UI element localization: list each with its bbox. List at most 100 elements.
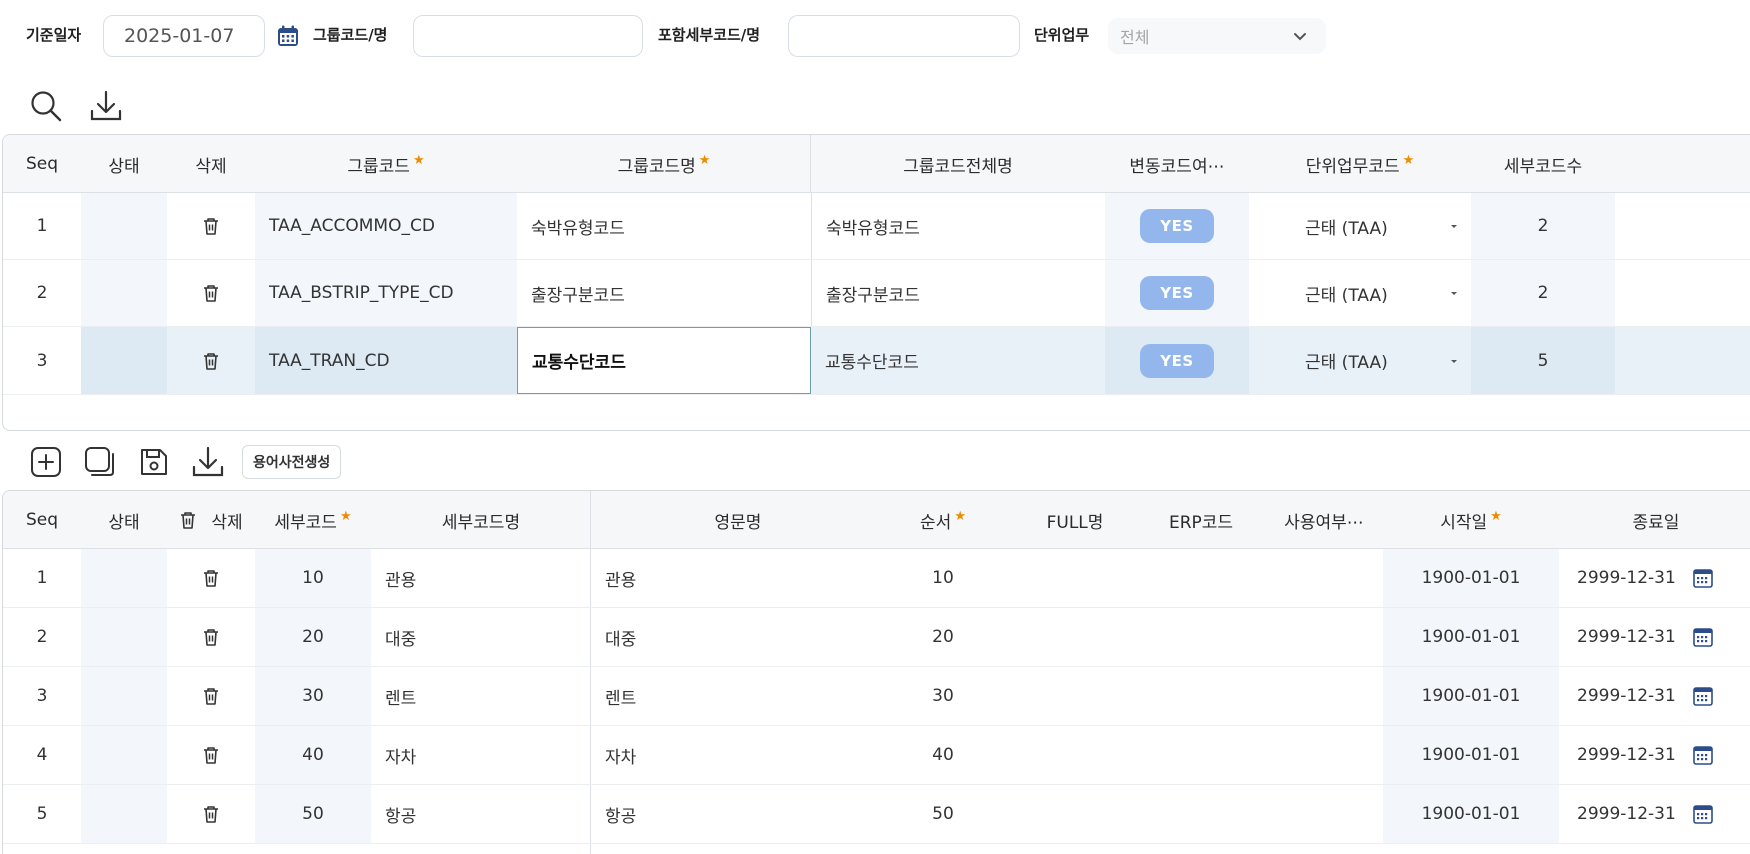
row-erp-code[interactable] — [1141, 549, 1261, 607]
delete-button[interactable] — [167, 785, 255, 843]
row-detail-name[interactable]: 항공 — [371, 785, 591, 843]
add-row-button[interactable] — [26, 442, 66, 482]
row-detail-name[interactable]: 대중 — [371, 608, 591, 666]
calendar-icon[interactable] — [1692, 803, 1714, 825]
col-erp-code[interactable]: ERP코드 — [1141, 491, 1261, 549]
row-full-name[interactable]: 교통수단코드 — [811, 327, 1105, 394]
row-eng-name[interactable]: 관용 — [591, 549, 885, 607]
yes-badge[interactable]: YES — [1140, 209, 1214, 243]
row-unit-task[interactable]: 근태 (TAA) — [1249, 327, 1471, 394]
row-erp-code[interactable] — [1141, 667, 1261, 725]
row-group-code[interactable]: TAA_BSTRIP_TYPE_CD — [255, 260, 517, 326]
row-unit-task[interactable]: 근태 (TAA) — [1249, 193, 1471, 259]
row-variable[interactable]: YES — [1105, 260, 1249, 326]
row-eng-name[interactable]: 렌트 — [591, 667, 885, 725]
row-full-name[interactable] — [1015, 549, 1135, 607]
row-group-name-editing[interactable]: 교통수단코드 — [517, 327, 811, 394]
col-group-code[interactable]: 그룹코드 ★ — [255, 135, 517, 193]
row-detail-code[interactable]: 20 — [255, 608, 371, 666]
row-use-yn[interactable] — [1265, 726, 1383, 784]
row-end-date[interactable]: 2999-12-31 — [1559, 785, 1750, 843]
dropdown-caret-icon[interactable] — [1447, 286, 1461, 300]
row-end-date[interactable]: 2999-12-31 — [1559, 726, 1750, 784]
col-full-name[interactable]: FULL명 — [1015, 491, 1135, 549]
col-full-name[interactable]: 그룹코드전체명 — [811, 135, 1105, 193]
calendar-icon[interactable] — [1692, 744, 1714, 766]
row-detail-code[interactable]: 10 — [255, 549, 371, 607]
table-row-selected[interactable]: 3 TAA_TRAN_CD 교통수단코드 교통수단코드 YES 근태 (TAA)… — [3, 327, 1750, 395]
row-group-code[interactable]: TAA_ACCOMMO_CD — [255, 193, 517, 259]
col-detail-count[interactable]: 세부코드수 — [1471, 135, 1615, 193]
row-order[interactable]: 30 — [885, 667, 1001, 725]
calendar-icon[interactable] — [1692, 685, 1714, 707]
row-full-name[interactable] — [1015, 608, 1135, 666]
row-start-date[interactable]: 1900-01-01 — [1383, 667, 1559, 725]
dropdown-caret-icon[interactable] — [1447, 219, 1461, 233]
base-date-input[interactable]: 2025-01-07 — [103, 15, 265, 57]
row-order[interactable]: 40 — [885, 726, 1001, 784]
col-end-date[interactable]: 종료일 — [1559, 491, 1750, 549]
delete-button[interactable] — [167, 608, 255, 666]
row-detail-code[interactable]: 40 — [255, 726, 371, 784]
row-eng-name[interactable]: 항공 — [591, 785, 885, 843]
trash-icon[interactable] — [179, 510, 197, 530]
row-erp-code[interactable] — [1141, 726, 1261, 784]
dropdown-caret-icon[interactable] — [1447, 354, 1461, 368]
col-detail-name[interactable]: 세부코드명 — [371, 491, 591, 549]
row-order[interactable]: 20 — [885, 608, 1001, 666]
table-row[interactable]: 2 TAA_BSTRIP_TYPE_CD 출장구분코드 출장구분코드 YES 근… — [3, 260, 1750, 327]
row-end-date[interactable]: 2999-12-31 — [1559, 608, 1750, 666]
row-eng-name[interactable]: 대중 — [591, 608, 885, 666]
table-row[interactable]: 3 30 렌트 렌트 30 1900-01-01 2999-12-31 — [3, 667, 1750, 726]
row-start-date[interactable]: 1900-01-01 — [1383, 608, 1559, 666]
calendar-icon[interactable] — [1692, 567, 1714, 589]
delete-button[interactable] — [167, 327, 255, 394]
row-group-name[interactable]: 출장구분코드 — [517, 260, 811, 326]
col-use-yn[interactable]: 사용여부⋯ — [1265, 491, 1383, 549]
delete-button[interactable] — [167, 667, 255, 725]
row-full-name[interactable] — [1015, 667, 1135, 725]
delete-button[interactable] — [167, 549, 255, 607]
col-eng-name[interactable]: 영문명 — [591, 491, 885, 549]
row-variable[interactable]: YES — [1105, 327, 1249, 394]
group-code-input[interactable] — [413, 15, 643, 57]
row-detail-name[interactable]: 자차 — [371, 726, 591, 784]
row-group-code[interactable]: TAA_TRAN_CD — [255, 327, 517, 394]
row-full-name[interactable] — [1015, 726, 1135, 784]
row-erp-code[interactable] — [1141, 785, 1261, 843]
row-start-date[interactable]: 1900-01-01 — [1383, 726, 1559, 784]
calendar-icon[interactable] — [276, 24, 300, 48]
delete-button[interactable] — [167, 726, 255, 784]
yes-badge[interactable]: YES — [1140, 276, 1214, 310]
row-group-name[interactable]: 숙박유형코드 — [517, 193, 811, 259]
row-detail-name[interactable]: 렌트 — [371, 667, 591, 725]
row-full-name[interactable]: 출장구분코드 — [811, 260, 1105, 326]
row-full-name[interactable]: 숙박유형코드 — [811, 193, 1105, 259]
col-variable[interactable]: 변동코드여⋯ — [1105, 135, 1249, 193]
detail-download-button[interactable] — [188, 442, 228, 482]
table-row[interactable]: 2 20 대중 대중 20 1900-01-01 2999-12-31 — [3, 608, 1750, 667]
table-row[interactable]: 4 40 자차 자차 40 1900-01-01 2999-12-31 — [3, 726, 1750, 785]
row-unit-task[interactable]: 근태 (TAA) — [1249, 260, 1471, 326]
col-start-date[interactable]: 시작일 ★ — [1383, 491, 1559, 549]
row-start-date[interactable]: 1900-01-01 — [1383, 785, 1559, 843]
calendar-icon[interactable] — [1692, 626, 1714, 648]
row-end-date[interactable]: 2999-12-31 — [1559, 549, 1750, 607]
row-use-yn[interactable] — [1265, 785, 1383, 843]
yes-badge[interactable]: YES — [1140, 343, 1214, 378]
row-start-date[interactable]: 1900-01-01 — [1383, 549, 1559, 607]
col-order[interactable]: 순서 ★ — [885, 491, 1001, 549]
sub-code-input[interactable] — [788, 15, 1020, 57]
copy-row-button[interactable] — [80, 442, 120, 482]
table-row[interactable]: 1 TAA_ACCOMMO_CD 숙박유형코드 숙박유형코드 YES 근태 (T… — [3, 193, 1750, 260]
table-row[interactable]: 5 50 항공 항공 50 1900-01-01 2999-12-31 — [3, 785, 1750, 844]
row-order[interactable]: 50 — [885, 785, 1001, 843]
row-erp-code[interactable] — [1141, 608, 1261, 666]
row-detail-name[interactable]: 관용 — [371, 549, 591, 607]
group-download-button[interactable] — [86, 86, 126, 126]
row-variable[interactable]: YES — [1105, 193, 1249, 259]
row-use-yn[interactable] — [1265, 667, 1383, 725]
create-dictionary-button[interactable]: 용어사전생성 — [242, 445, 342, 479]
col-unit-task[interactable]: 단위업무코드 ★ — [1249, 135, 1471, 193]
row-use-yn[interactable] — [1265, 608, 1383, 666]
